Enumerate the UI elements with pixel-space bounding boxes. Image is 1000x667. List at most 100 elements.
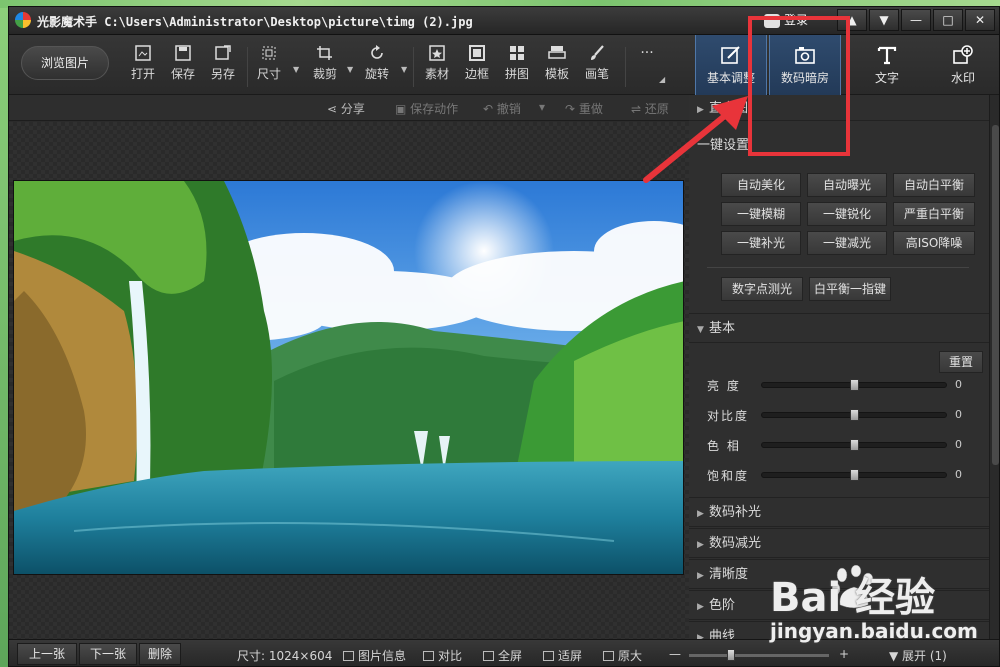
tab-watermark-label: 水印 bbox=[950, 71, 975, 85]
rotate-button[interactable]: 旋转 bbox=[357, 45, 397, 89]
previous-image-button[interactable]: 上一张 bbox=[17, 643, 77, 665]
section-label: 色阶 bbox=[709, 598, 736, 613]
slider-label: 色 相 bbox=[707, 439, 741, 453]
adjust-slider-knob[interactable] bbox=[850, 469, 859, 481]
section-label: 数码减光 bbox=[709, 536, 762, 551]
landscape-image bbox=[14, 181, 683, 574]
rotate-icon bbox=[371, 45, 383, 59]
share-button[interactable]: ⋖ 分享 bbox=[327, 100, 365, 117]
fullscreen-button[interactable]: 全屏 bbox=[483, 647, 522, 664]
undo-button[interactable]: ↶ 撤销 bbox=[483, 100, 521, 117]
watermark-logo-text: Bai 经验 bbox=[770, 575, 936, 621]
maximize-button[interactable]: □ bbox=[933, 9, 963, 31]
slider-value: 0 bbox=[955, 378, 962, 391]
toolbar-divider bbox=[247, 47, 248, 87]
crop-button[interactable]: 裁剪 bbox=[305, 45, 345, 89]
browse-images-button[interactable]: 浏览图片 bbox=[21, 46, 109, 80]
watermark-url: jingyan.baidu.com bbox=[770, 619, 978, 643]
spot-metering-button[interactable]: 数字点测光 bbox=[721, 277, 803, 301]
adjust-slider-knob[interactable] bbox=[850, 409, 859, 421]
minimize-button[interactable]: — bbox=[901, 9, 931, 31]
image-canvas[interactable] bbox=[9, 122, 689, 639]
adjust-slider-knob[interactable] bbox=[850, 439, 859, 451]
info-icon bbox=[343, 651, 354, 661]
resize-button[interactable]: 尺寸 bbox=[249, 45, 289, 89]
open-button[interactable]: 打开 bbox=[123, 45, 163, 89]
section-label: 曲线 bbox=[709, 629, 736, 639]
one-click-blur-button[interactable]: 一键模糊 bbox=[721, 202, 801, 226]
menu-button[interactable]: ▼ bbox=[869, 9, 899, 31]
high-iso-denoise-button[interactable]: 高ISO降噪 bbox=[893, 231, 975, 255]
open-label: 打开 bbox=[130, 67, 155, 81]
collapsed-arrow-icon: ▶ bbox=[697, 571, 704, 581]
basic-label: 基本 bbox=[709, 321, 736, 336]
resize-icon bbox=[262, 46, 276, 60]
adjust-slider-knob[interactable] bbox=[850, 379, 859, 391]
fit-screen-button[interactable]: 适屏 bbox=[543, 647, 582, 664]
template-button[interactable]: 模板 bbox=[537, 45, 577, 89]
close-button[interactable]: ✕ bbox=[965, 9, 995, 31]
collapsed-section-header[interactable]: ▶ 数码减光 bbox=[689, 528, 989, 558]
share-label: 分享 bbox=[340, 102, 365, 116]
collapsed-section-header[interactable]: ▶ 数码补光 bbox=[689, 497, 989, 527]
image-info-button[interactable]: 图片信息 bbox=[343, 647, 406, 664]
border-icon bbox=[469, 45, 485, 61]
brush-label: 画笔 bbox=[584, 67, 609, 81]
share-icon: ⋖ bbox=[327, 102, 341, 116]
delete-button[interactable]: 删除 bbox=[139, 643, 181, 665]
undo-dropdown-icon[interactable]: ▾ bbox=[539, 100, 545, 114]
resize-dropdown-icon[interactable]: ▼ bbox=[293, 65, 301, 74]
tab-text[interactable]: 文字 bbox=[851, 35, 923, 95]
zoom-in-button[interactable]: + bbox=[839, 647, 849, 661]
collage-button[interactable]: 拼图 bbox=[497, 45, 537, 89]
rotate-dropdown-icon[interactable]: ▼ bbox=[401, 65, 409, 74]
slider-value: 0 bbox=[955, 468, 962, 481]
brush-button[interactable]: 画笔 bbox=[577, 45, 617, 89]
save-button[interactable]: 保存 bbox=[163, 45, 203, 89]
reset-button[interactable]: 重置 bbox=[939, 351, 983, 373]
save-as-button[interactable]: 另存 bbox=[203, 45, 243, 89]
auto-white-balance-button[interactable]: 自动白平衡 bbox=[893, 173, 975, 197]
save-icon bbox=[175, 45, 191, 61]
compare-icon bbox=[423, 651, 434, 661]
redo-button[interactable]: ↷ 重做 bbox=[565, 100, 603, 117]
one-click-fill-light-button[interactable]: 一键补光 bbox=[721, 231, 801, 255]
toolbar-divider bbox=[625, 47, 626, 87]
baidu-watermark: Bai 经验 jingyan.baidu.com bbox=[770, 565, 1000, 645]
original-size-icon bbox=[603, 651, 614, 661]
desktop-background-left bbox=[0, 8, 8, 667]
panel-scrollbar[interactable] bbox=[989, 95, 999, 639]
brush-icon bbox=[591, 45, 604, 60]
border-button[interactable]: 边框 bbox=[457, 45, 497, 89]
one-click-sharpen-button[interactable]: 一键锐化 bbox=[807, 202, 887, 226]
auto-exposure-button[interactable]: 自动曝光 bbox=[807, 173, 887, 197]
material-button[interactable]: 素材 bbox=[417, 45, 457, 89]
adjust-slider[interactable] bbox=[761, 379, 947, 391]
basic-section-header[interactable]: ▼ 基本 bbox=[689, 313, 989, 343]
zoom-slider[interactable] bbox=[689, 649, 829, 661]
crop-dropdown-icon[interactable]: ▼ bbox=[347, 65, 355, 74]
panel-scrollbar-thumb[interactable] bbox=[992, 125, 999, 465]
white-balance-pick-button[interactable]: 白平衡一指键 bbox=[809, 277, 891, 301]
section-label: 数码补光 bbox=[709, 505, 762, 520]
section-label: 清晰度 bbox=[709, 567, 749, 582]
severe-white-balance-button[interactable]: 严重白平衡 bbox=[893, 202, 975, 226]
expand-button[interactable]: ▼ 展开 (1) bbox=[889, 647, 947, 664]
original-size-button[interactable]: 原大 bbox=[603, 647, 642, 664]
save-as-icon bbox=[215, 45, 231, 60]
save-action-button[interactable]: ▣ 保存动作 bbox=[395, 100, 458, 117]
zoom-out-button[interactable]: — bbox=[669, 647, 681, 661]
adjust-slider[interactable] bbox=[761, 409, 947, 421]
adjust-slider[interactable] bbox=[761, 469, 947, 481]
one-click-reduce-light-button[interactable]: 一键减光 bbox=[807, 231, 887, 255]
save-as-label: 另存 bbox=[210, 67, 235, 81]
fullscreen-icon bbox=[483, 651, 494, 661]
expand-arrow-icon: ▼ bbox=[889, 649, 903, 663]
next-image-button[interactable]: 下一张 bbox=[79, 643, 137, 665]
toolbar-divider bbox=[413, 47, 414, 87]
tab-watermark[interactable]: 水印 bbox=[927, 35, 999, 95]
compare-button[interactable]: 对比 bbox=[423, 647, 462, 664]
adjust-slider[interactable] bbox=[761, 439, 947, 451]
title-bar: 光影魔术手 C:\Users\Administrator\Desktop\pic… bbox=[9, 7, 999, 35]
zoom-slider-knob[interactable] bbox=[727, 649, 735, 661]
